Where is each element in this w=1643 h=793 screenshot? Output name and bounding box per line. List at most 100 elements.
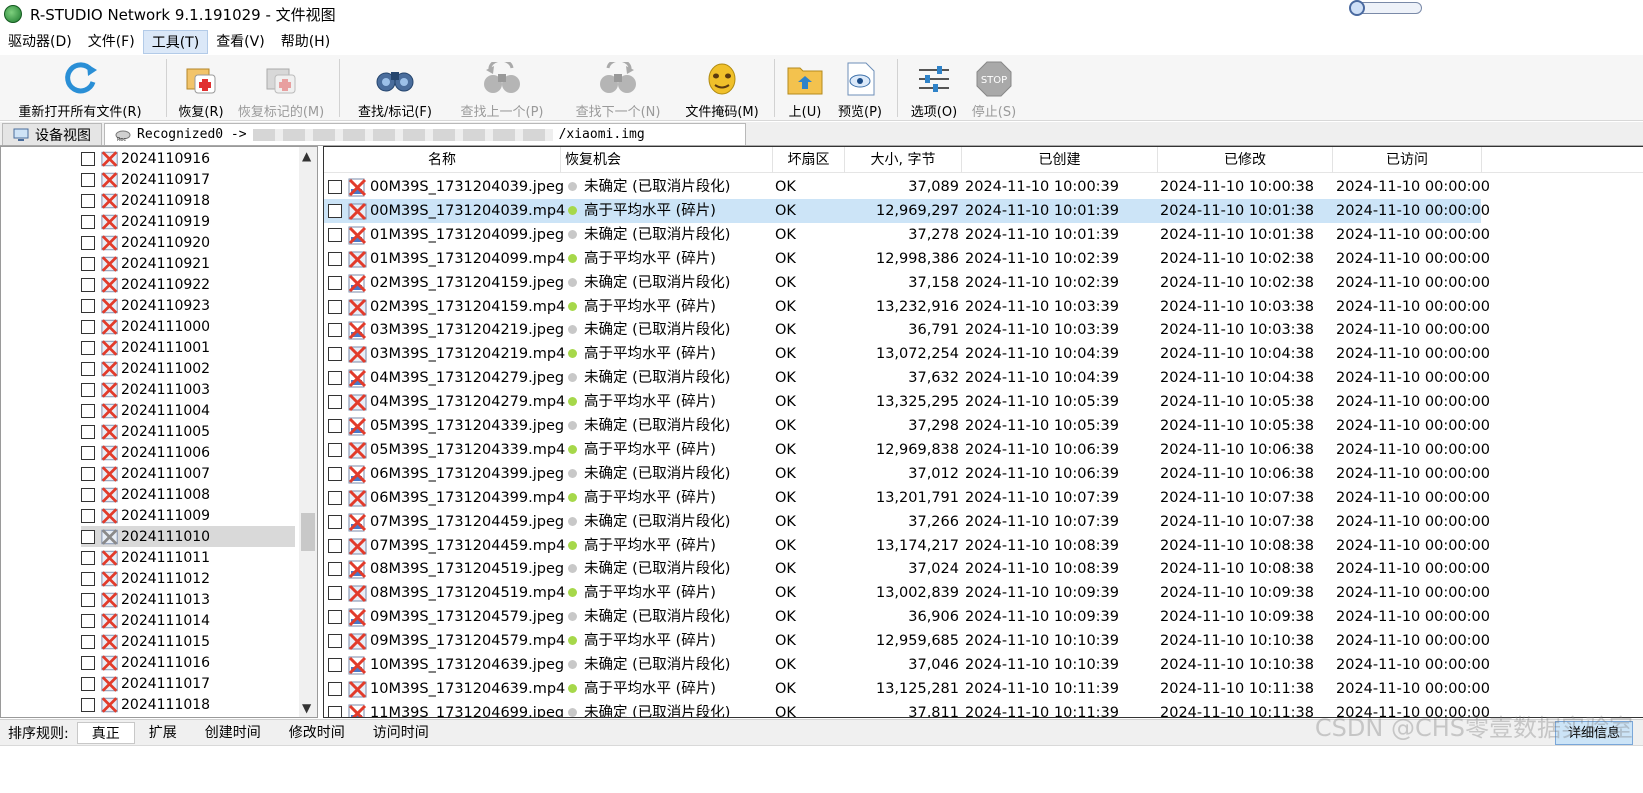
tree-item-checkbox[interactable] xyxy=(81,298,95,313)
tree-item[interactable]: 2024110920 xyxy=(81,232,210,253)
row-checkbox[interactable] xyxy=(328,466,342,481)
table-row[interactable]: 04M39S_1731204279.mp4 高于平均水平 (碎片) OK 13,325… xyxy=(324,390,1490,414)
tree-item-checkbox[interactable] xyxy=(81,193,95,208)
row-checkbox[interactable] xyxy=(328,490,342,505)
tree-item[interactable]: 2024111000 xyxy=(81,316,210,337)
tree-item[interactable]: 2024111016 xyxy=(81,652,210,673)
zoom-slider[interactable] xyxy=(1349,0,1422,16)
file-mask-button[interactable]: 文件掩码(M) xyxy=(676,55,768,121)
table-row[interactable]: 06M39S_1731204399.jpeg 未确定 (已取消片段化) OK 37,0… xyxy=(324,462,1490,486)
row-checkbox[interactable] xyxy=(328,705,342,717)
tree-item[interactable]: 2024111002 xyxy=(81,358,210,379)
tree-item-checkbox[interactable] xyxy=(81,382,95,397)
tree-item-checkbox[interactable] xyxy=(81,592,95,607)
tree-item[interactable]: 2024111006 xyxy=(81,442,210,463)
row-checkbox[interactable] xyxy=(328,251,342,266)
tree-item-checkbox[interactable] xyxy=(81,424,95,439)
tree-item[interactable]: 2024111004 xyxy=(81,400,210,421)
tree-item-checkbox[interactable] xyxy=(81,214,95,229)
sort-tab-extension[interactable]: 扩展 xyxy=(135,722,191,744)
tree-item-checkbox[interactable] xyxy=(81,550,95,565)
tree-item-checkbox[interactable] xyxy=(81,655,95,670)
column-name[interactable]: 名称 xyxy=(324,147,561,173)
options-button[interactable]: 选项(O) xyxy=(904,55,964,121)
row-checkbox[interactable] xyxy=(328,634,342,649)
row-checkbox[interactable] xyxy=(328,562,342,577)
tree-item-checkbox[interactable] xyxy=(81,403,95,418)
row-checkbox[interactable] xyxy=(328,681,342,696)
tree-item[interactable]: 2024110916 xyxy=(81,148,210,169)
table-row[interactable]: 05M39S_1731204339.mp4 高于平均水平 (碎片) OK 12,969… xyxy=(324,438,1490,462)
row-checkbox[interactable] xyxy=(328,323,342,338)
scrollbar-thumb[interactable] xyxy=(301,513,315,551)
tree-item-checkbox[interactable] xyxy=(81,256,95,271)
tree-item[interactable]: 2024111005 xyxy=(81,421,210,442)
tree-item[interactable]: 2024110918 xyxy=(81,190,210,211)
row-checkbox[interactable] xyxy=(328,347,342,362)
folder-tree[interactable]: 2024110916 2024110917 2024110918 2024110919… xyxy=(0,146,318,718)
tree-item-checkbox[interactable] xyxy=(81,613,95,628)
tree-item-checkbox[interactable] xyxy=(81,487,95,502)
column-size[interactable]: 大小, 字节 xyxy=(845,147,962,173)
tree-item-checkbox[interactable] xyxy=(81,319,95,334)
tree-item-checkbox[interactable] xyxy=(81,235,95,250)
stop-button[interactable]: STOP 停止(S) xyxy=(964,55,1024,121)
table-row[interactable]: 07M39S_1731204459.jpeg 未确定 (已取消片段化) OK 37,2… xyxy=(324,510,1490,534)
tree-item-checkbox[interactable] xyxy=(81,529,95,544)
sort-tab-real[interactable]: 真正 xyxy=(76,721,135,744)
table-row[interactable]: 05M39S_1731204339.jpeg 未确定 (已取消片段化) OK 37,2… xyxy=(324,414,1490,438)
row-checkbox[interactable] xyxy=(328,419,342,433)
table-row[interactable]: 02M39S_1731204159.jpeg 未确定 (已取消片段化) OK 37,1… xyxy=(324,271,1490,295)
table-row[interactable]: 00M39S_1731204039.jpeg 未确定 (已取消片段化) OK 37,0… xyxy=(324,175,1490,199)
tree-item[interactable]: 2024111012 xyxy=(81,568,210,589)
row-checkbox[interactable] xyxy=(328,227,342,242)
table-row[interactable]: 10M39S_1731204639.jpeg 未确定 (已取消片段化) OK 37,0… xyxy=(324,653,1490,677)
up-button[interactable]: 上(U) xyxy=(781,55,829,121)
slider-knob[interactable] xyxy=(1349,0,1365,16)
tree-item[interactable]: 2024111008 xyxy=(81,484,210,505)
menu-tools[interactable]: 工具(T) xyxy=(142,30,209,54)
tree-item[interactable]: 2024111011 xyxy=(81,547,210,568)
recover-button[interactable]: 恢复(R) xyxy=(173,55,229,121)
column-recovery-chance[interactable]: 恢复机会 xyxy=(561,147,773,173)
table-row[interactable]: 11M39S_1731204699.jpeg 未确定 (已取消片段化) OK 37,8… xyxy=(324,701,1490,717)
sort-tab-accessed[interactable]: 访问时间 xyxy=(359,722,443,744)
tree-item[interactable]: 2024110917 xyxy=(81,169,210,190)
table-row[interactable]: 09M39S_1731204579.mp4 高于平均水平 (碎片) OK 12,959… xyxy=(324,629,1490,653)
tree-item[interactable]: 2024110922 xyxy=(81,274,210,295)
menu-help[interactable]: 帮助(H) xyxy=(273,30,338,54)
tree-item-checkbox[interactable] xyxy=(81,676,95,691)
row-checkbox[interactable] xyxy=(328,514,342,529)
tree-item[interactable]: 2024111001 xyxy=(81,337,210,358)
row-checkbox[interactable] xyxy=(328,442,342,457)
reopen-all-files-button[interactable]: 重新打开所有文件(R) xyxy=(0,55,160,121)
table-row[interactable]: 09M39S_1731204579.jpeg 未确定 (已取消片段化) OK 36,9… xyxy=(324,605,1490,629)
tree-item-checkbox[interactable] xyxy=(81,508,95,523)
tree-item-checkbox[interactable] xyxy=(81,445,95,460)
tree-item[interactable]: 2024111009 xyxy=(81,505,210,526)
tab-device-view[interactable]: 设备视图 xyxy=(2,123,102,145)
scroll-down-icon[interactable]: ▼ xyxy=(302,701,311,715)
column-bad-sectors[interactable]: 坏扇区 xyxy=(773,147,845,173)
column-created[interactable]: 已创建 xyxy=(962,147,1158,173)
table-row[interactable]: 06M39S_1731204399.mp4 高于平均水平 (碎片) OK 13,201… xyxy=(324,486,1490,510)
tree-item-checkbox[interactable] xyxy=(81,697,95,712)
tree-item[interactable]: 2024111003 xyxy=(81,379,210,400)
tree-item-checkbox[interactable] xyxy=(81,277,95,292)
row-checkbox[interactable] xyxy=(328,203,342,218)
table-row[interactable]: 08M39S_1731204519.mp4 高于平均水平 (碎片) OK 13,002… xyxy=(324,581,1490,605)
row-checkbox[interactable] xyxy=(328,275,342,290)
tree-item[interactable]: 2024110921 xyxy=(81,253,210,274)
tree-item[interactable]: 2024111007 xyxy=(81,463,210,484)
tree-scrollbar[interactable]: ▲ ▼ xyxy=(299,147,317,717)
row-checkbox[interactable] xyxy=(328,538,342,553)
file-list[interactable]: 名称 恢复机会 坏扇区 大小, 字节 已创建 已修改 已访问 00M39S_17… xyxy=(323,146,1643,718)
table-row[interactable]: 01M39S_1731204099.jpeg 未确定 (已取消片段化) OK 37,2… xyxy=(324,223,1490,247)
menu-file[interactable]: 文件(F) xyxy=(80,30,143,54)
tree-item[interactable]: 2024110919 xyxy=(81,211,210,232)
tree-item-checkbox[interactable] xyxy=(81,361,95,376)
preview-button[interactable]: 预览(P) xyxy=(829,55,891,121)
sort-tab-modified[interactable]: 修改时间 xyxy=(275,722,359,744)
row-checkbox[interactable] xyxy=(328,180,342,194)
tree-item[interactable]: 2024111015 xyxy=(81,631,210,652)
